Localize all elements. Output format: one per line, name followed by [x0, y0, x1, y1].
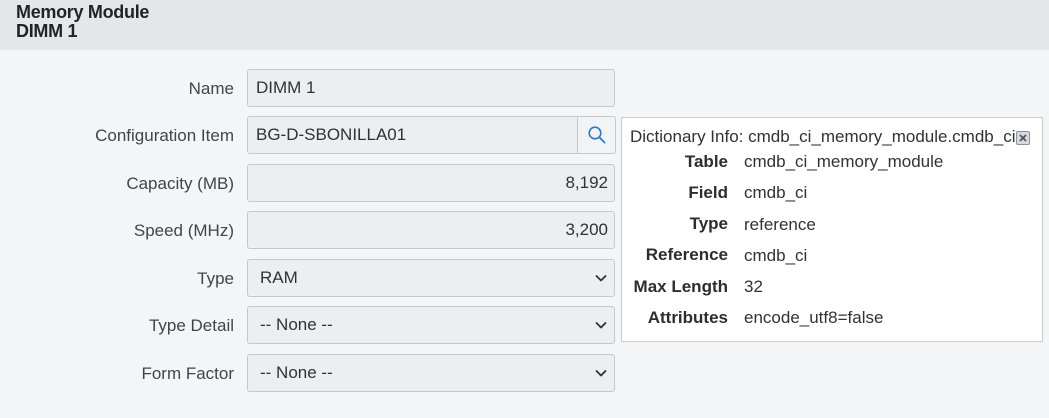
type-detail-value: -- None --: [260, 315, 333, 334]
name-value: DIMM 1: [256, 78, 316, 97]
type-detail-label: Type Detail: [148, 316, 234, 335]
form-title: Memory Module: [16, 2, 150, 22]
search-icon: [588, 126, 606, 144]
chevron-down-icon: [595, 370, 607, 377]
configuration-item-label: Configuration Item: [95, 126, 234, 145]
dictionary-key-table: Table: [684, 152, 728, 171]
dictionary-key-reference: Reference: [645, 245, 728, 264]
chevron-down-icon: [595, 322, 607, 329]
type-detail-select[interactable]: -- None --: [247, 306, 615, 344]
dictionary-value-table: cmdb_ci_memory_module: [744, 152, 944, 171]
capacity-field[interactable]: 8,192: [247, 164, 615, 202]
close-icon: [1019, 134, 1027, 142]
speed-field[interactable]: 3,200: [247, 211, 615, 249]
form-factor-value: -- None --: [260, 363, 333, 382]
dictionary-value-attributes: encode_utf8=false: [744, 308, 884, 327]
dictionary-key-type: Type: [689, 214, 728, 233]
name-field[interactable]: DIMM 1: [247, 69, 615, 107]
dictionary-value-type: reference: [744, 215, 816, 234]
type-label: Type: [197, 269, 234, 288]
dictionary-info-popup: Dictionary Info: cmdb_ci_memory_module.c…: [621, 117, 1043, 342]
form-factor-label: Form Factor: [141, 364, 234, 383]
dictionary-key-field: Field: [688, 183, 728, 202]
speed-value: 3,200: [565, 220, 608, 239]
type-select[interactable]: RAM: [247, 259, 615, 297]
capacity-label: Capacity (MB): [126, 174, 234, 193]
configuration-item-lookup-button[interactable]: [577, 116, 616, 154]
dictionary-key-attributes: Attributes: [647, 308, 728, 327]
name-label: Name: [188, 79, 234, 98]
configuration-item-value: BG-D-SBONILLA01: [256, 125, 407, 144]
speed-label: Speed (MHz): [133, 221, 234, 240]
form-factor-select[interactable]: -- None --: [247, 354, 615, 392]
dictionary-value-field: cmdb_ci: [744, 183, 808, 202]
dictionary-info-close-button[interactable]: [1016, 131, 1030, 145]
dictionary-info-title: Dictionary Info: cmdb_ci_memory_module.c…: [630, 127, 1016, 146]
record-name: DIMM 1: [16, 21, 78, 41]
capacity-value: 8,192: [565, 173, 608, 192]
dictionary-value-reference: cmdb_ci: [744, 246, 808, 265]
dictionary-value-max-length: 32: [744, 277, 763, 296]
type-value: RAM: [260, 268, 298, 287]
configuration-item-field[interactable]: BG-D-SBONILLA01: [247, 116, 578, 154]
dictionary-key-max-length: Max Length: [633, 277, 728, 296]
form-header: Memory Module DIMM 1: [0, 0, 1049, 50]
chevron-down-icon: [595, 275, 607, 282]
